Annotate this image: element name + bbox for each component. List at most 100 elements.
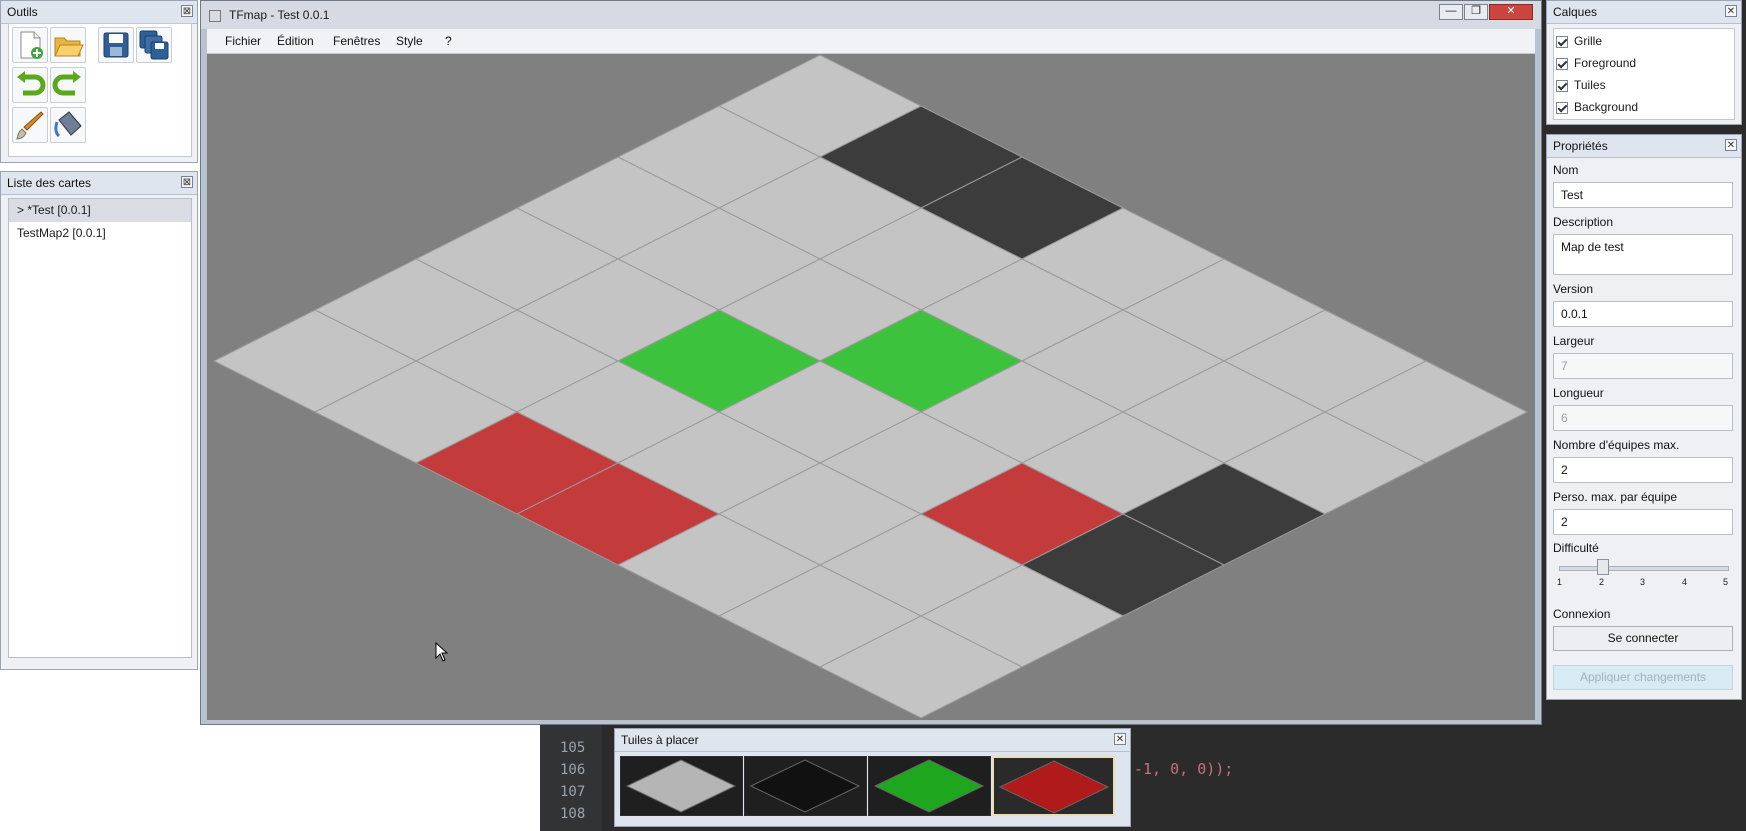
- tiles-panel: Tuiles à placer ✕: [614, 728, 1131, 827]
- menu-fenetres[interactable]: Fenêtres: [333, 34, 380, 48]
- paint-bucket-icon: [54, 111, 82, 138]
- open-file-button[interactable]: [50, 27, 86, 63]
- code-fragment: -1, 0, 0));: [1134, 760, 1234, 778]
- save-all-button[interactable]: [136, 27, 172, 63]
- properties-panel: Propriétés ✕ Nom Test Description Map de…: [1546, 134, 1742, 700]
- list-empty-row: [9, 544, 191, 567]
- paintbrush-icon: [16, 111, 44, 140]
- save-all-icon: [139, 30, 169, 60]
- name-label: Nom: [1553, 163, 1579, 177]
- list-empty-row: [9, 613, 191, 636]
- new-file-button[interactable]: [12, 27, 48, 63]
- slider-tick-label: 5: [1723, 577, 1729, 587]
- map-canvas[interactable]: [207, 54, 1535, 720]
- minimize-icon[interactable]: —: [1439, 4, 1463, 20]
- tools-panel-titlebar: Outils ⊠: [1, 1, 197, 24]
- layer-background[interactable]: Background: [1556, 100, 1638, 118]
- apply-changes-button[interactable]: Appliquer changements: [1553, 665, 1733, 690]
- tools-panel: Outils ⊠: [0, 0, 198, 163]
- layer-label: Foreground: [1574, 56, 1637, 70]
- slider-tick-label: 3: [1640, 577, 1646, 587]
- list-empty-row: [9, 475, 191, 498]
- max-players-field[interactable]: 2: [1553, 509, 1733, 535]
- list-empty-row: [9, 452, 191, 475]
- slider-thumb[interactable]: [1597, 559, 1609, 575]
- name-field[interactable]: Test: [1553, 182, 1733, 208]
- close-icon[interactable]: ✕: [1489, 4, 1533, 20]
- tile-swatch-icon: [749, 759, 861, 813]
- layers-titlebar: Calques ✕: [1547, 1, 1741, 24]
- close-icon[interactable]: ✕: [1725, 5, 1737, 17]
- layers-panel: Calques ✕ Grille Foreground Tuiles Backg…: [1546, 0, 1742, 125]
- line-number: 105: [560, 740, 586, 756]
- menu-fichier[interactable]: Fichier: [225, 34, 261, 48]
- undo-button[interactable]: [12, 67, 48, 103]
- layer-grille[interactable]: Grille: [1556, 34, 1602, 52]
- line-number: 108: [560, 806, 586, 822]
- checkbox-icon[interactable]: [1556, 101, 1568, 114]
- properties-titlebar: Propriétés ✕: [1547, 135, 1741, 158]
- isometric-map[interactable]: [207, 54, 1535, 720]
- main-window: TFmap - Test 0.0.1 — ❐ ✕ Fichier Édition…: [200, 0, 1542, 725]
- close-icon[interactable]: ✕: [1725, 139, 1737, 151]
- layer-foreground[interactable]: Foreground: [1556, 56, 1636, 74]
- list-empty-row: [9, 268, 191, 291]
- panel-title: Liste des cartes: [7, 176, 92, 190]
- map-list-titlebar: Liste des cartes ⊠: [1, 172, 197, 195]
- list-empty-row: [9, 498, 191, 521]
- checkbox-icon[interactable]: [1556, 35, 1568, 48]
- slider-tick-label: 1: [1557, 577, 1563, 587]
- map-list-item[interactable]: TestMap2 [0.0.1]: [9, 222, 191, 245]
- tile-option-green[interactable]: [868, 756, 991, 816]
- save-button[interactable]: [98, 27, 134, 63]
- layer-label: Tuiles: [1574, 78, 1606, 92]
- description-field[interactable]: Map de test: [1553, 234, 1733, 275]
- tile-option-light-grey[interactable]: [620, 756, 743, 816]
- length-label: Longueur: [1553, 386, 1604, 400]
- main-window-titlebar: TFmap - Test 0.0.1 — ❐ ✕: [201, 1, 1541, 29]
- connect-button[interactable]: Se connecter: [1553, 626, 1733, 651]
- list-empty-row: [9, 590, 191, 613]
- list-empty-row: [9, 406, 191, 429]
- window-title: TFmap - Test 0.0.1: [229, 8, 330, 22]
- map-list-panel: Liste des cartes ⊠ > *Test [0.0.1] TestM…: [0, 171, 198, 670]
- difficulty-slider[interactable]: 1 2 3 4 5: [1557, 559, 1729, 589]
- redo-icon: [52, 71, 81, 96]
- version-label: Version: [1553, 282, 1594, 296]
- menu-style[interactable]: Style: [396, 34, 423, 48]
- tile-option-black[interactable]: [744, 756, 867, 816]
- tile-option-red[interactable]: [992, 756, 1115, 816]
- fill-tool-button[interactable]: [50, 107, 86, 143]
- checkbox-icon[interactable]: [1556, 57, 1568, 70]
- slider-tick-label: 4: [1682, 577, 1688, 587]
- panel-title: Calques: [1553, 5, 1598, 19]
- layer-label: Background: [1574, 100, 1639, 114]
- list-empty-row: [9, 383, 191, 406]
- slider-track: [1559, 566, 1729, 571]
- width-label: Largeur: [1553, 334, 1595, 348]
- checkbox-icon[interactable]: [1556, 79, 1568, 92]
- panel-title: Outils: [7, 5, 38, 19]
- map-list-item[interactable]: > *Test [0.0.1]: [9, 199, 191, 222]
- layer-tuiles[interactable]: Tuiles: [1556, 78, 1606, 96]
- close-icon[interactable]: ⊠: [181, 176, 193, 188]
- close-icon[interactable]: ⊠: [181, 5, 193, 17]
- menu-help[interactable]: ?: [445, 34, 452, 48]
- menu-edition[interactable]: Édition: [277, 34, 314, 48]
- map-list: > *Test [0.0.1] TestMap2 [0.0.1]: [8, 198, 192, 658]
- maximize-icon[interactable]: ❐: [1464, 4, 1488, 20]
- description-label: Description: [1553, 215, 1614, 229]
- line-number: 107: [560, 784, 586, 800]
- undo-icon: [17, 71, 46, 96]
- list-empty-row: [9, 360, 191, 383]
- tile-swatch-icon: [625, 759, 737, 813]
- list-empty-row: [9, 521, 191, 544]
- max-players-label: Perso. max. par équipe: [1553, 490, 1678, 504]
- version-field[interactable]: 0.0.1: [1553, 301, 1733, 327]
- max-teams-field[interactable]: 2: [1553, 457, 1733, 483]
- line-number: 106: [560, 762, 586, 778]
- mouse-cursor-icon: [435, 642, 449, 662]
- new-file-icon: [20, 31, 43, 59]
- brush-tool-button[interactable]: [12, 107, 48, 143]
- redo-button[interactable]: [50, 67, 86, 103]
